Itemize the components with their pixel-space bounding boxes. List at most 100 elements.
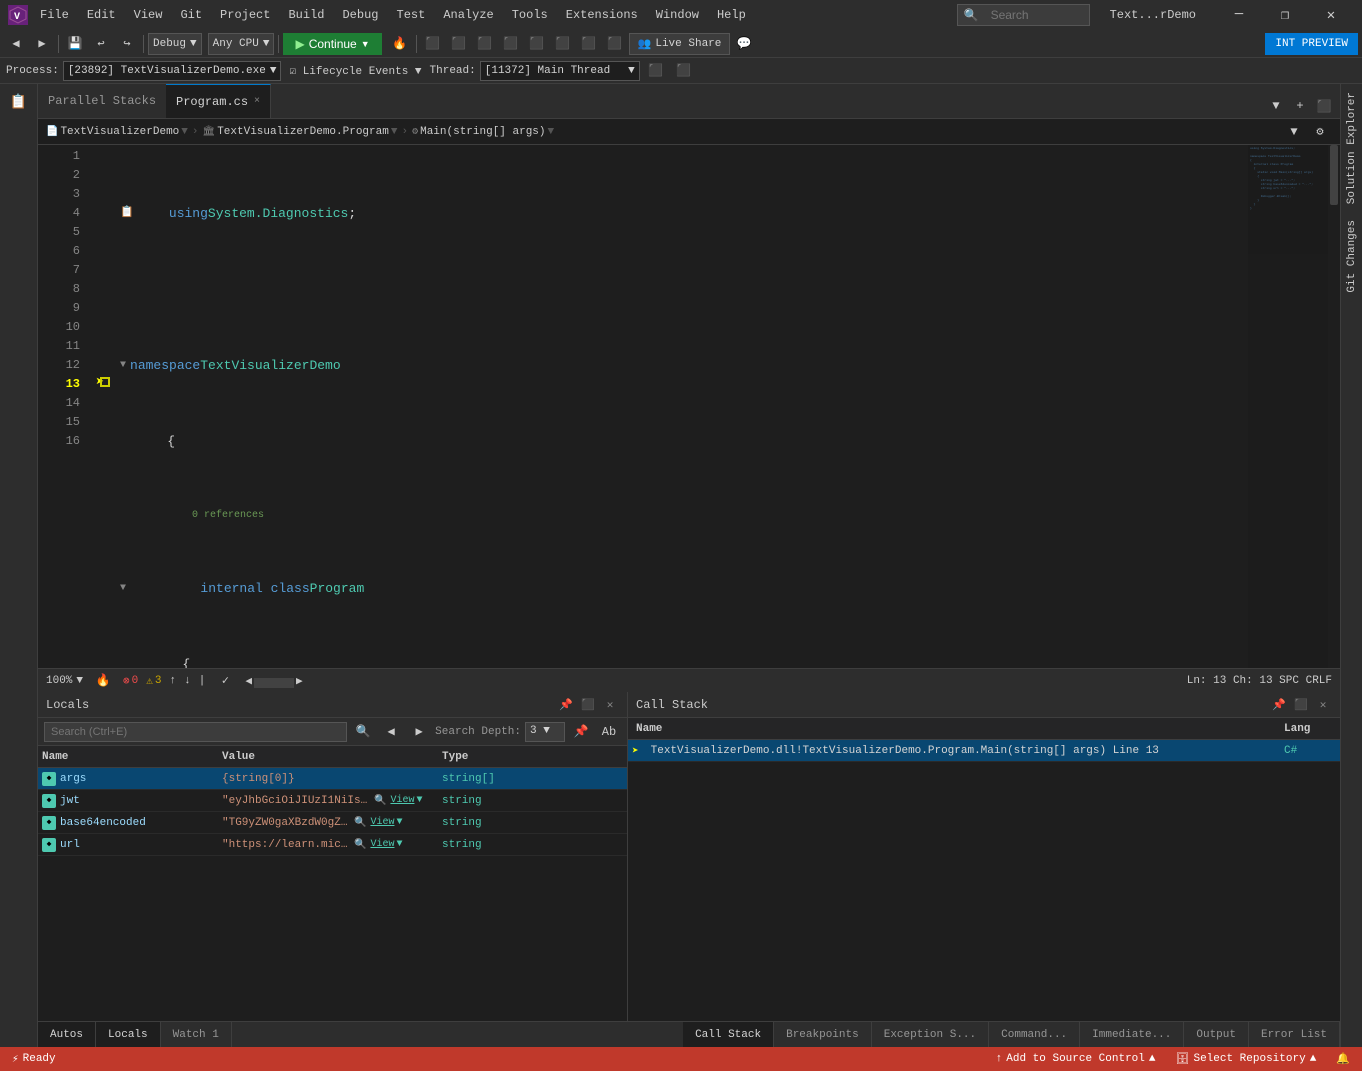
forward-button[interactable]: ▶ bbox=[30, 32, 54, 56]
breadcrumb-method-dropdown[interactable]: ⚙ Main(string[] args) ▼ bbox=[412, 126, 554, 138]
solution-explorer-label[interactable]: Solution Explorer bbox=[1344, 84, 1360, 212]
locals-search-input[interactable] bbox=[44, 722, 347, 742]
step-over-button[interactable]: ⬛ bbox=[421, 32, 445, 56]
table-row[interactable]: ◆ args {string[0]} string[] bbox=[38, 768, 627, 790]
tab-program-cs[interactable]: Program.cs × bbox=[166, 84, 271, 118]
tab-immediate[interactable]: Immediate... bbox=[1080, 1022, 1184, 1048]
locals-nav-prev[interactable]: ◀ bbox=[379, 720, 403, 744]
redo-button[interactable]: ↪ bbox=[115, 32, 139, 56]
table-row[interactable]: ◆ base64encoded "TG9yZW0gaXBzdW0gZG9sb3I… bbox=[38, 812, 627, 834]
menu-extensions[interactable]: Extensions bbox=[558, 4, 646, 26]
int-preview-button[interactable]: INT PREVIEW bbox=[1265, 33, 1358, 55]
debug-option-1[interactable]: ⬛ bbox=[551, 32, 575, 56]
thread-option-2[interactable]: ⬛ bbox=[672, 59, 696, 83]
zoom-control[interactable]: 100% ▼ bbox=[46, 675, 83, 687]
thread-options-button[interactable]: ⬛ bbox=[644, 59, 668, 83]
view-link-base64[interactable]: View bbox=[370, 817, 394, 828]
check-mark-button[interactable]: ✓ bbox=[213, 669, 237, 693]
tab-error-list[interactable]: Error List bbox=[1249, 1022, 1340, 1048]
restart-button[interactable]: ⬛ bbox=[499, 32, 523, 56]
locals-nav-next[interactable]: ▶ bbox=[407, 720, 431, 744]
breadcrumb-class-dropdown[interactable]: 🏛 TextVisualizerDemo.Program ▼ bbox=[203, 126, 398, 138]
menu-debug[interactable]: Debug bbox=[334, 4, 386, 26]
process-dropdown[interactable]: [23892] TextVisualizerDemo.exe ▼ bbox=[63, 61, 282, 81]
menu-edit[interactable]: Edit bbox=[79, 4, 124, 26]
stop-button[interactable]: ⬛ bbox=[525, 32, 549, 56]
menu-tools[interactable]: Tools bbox=[504, 4, 556, 26]
nav-down-button[interactable]: ↓ bbox=[184, 675, 191, 687]
continue-button[interactable]: ▶ Continue ▼ bbox=[283, 33, 381, 55]
save-button[interactable]: 💾 bbox=[63, 32, 87, 56]
menu-project[interactable]: Project bbox=[212, 4, 278, 26]
close-button[interactable]: ✕ bbox=[1308, 0, 1354, 30]
tab-parallel-stacks[interactable]: Parallel Stacks bbox=[38, 84, 166, 118]
tab-autos[interactable]: Autos bbox=[38, 1022, 96, 1048]
menu-git[interactable]: Git bbox=[172, 4, 210, 26]
fire-button[interactable]: 🔥 bbox=[388, 32, 412, 56]
cpu-mode-dropdown[interactable]: Any CPU ▼ bbox=[208, 33, 275, 55]
new-editor-button[interactable]: + bbox=[1288, 94, 1312, 118]
back-button[interactable]: ◀ bbox=[4, 32, 28, 56]
menu-window[interactable]: Window bbox=[648, 4, 707, 26]
tab-breakpoints[interactable]: Breakpoints bbox=[774, 1022, 872, 1048]
fire-status-icon[interactable]: 🔥 bbox=[91, 669, 115, 693]
global-search-input[interactable] bbox=[983, 4, 1083, 26]
call-stack-pin-button[interactable]: 📌 bbox=[1270, 696, 1288, 714]
error-indicator[interactable]: ⊗ 0 bbox=[123, 674, 138, 688]
view-dropdown-jwt[interactable]: ▼ bbox=[416, 795, 422, 806]
debug-mode-dropdown[interactable]: Debug ▼ bbox=[148, 33, 202, 55]
code-scrollbar-thumb[interactable] bbox=[1330, 145, 1338, 205]
select-repository-button[interactable]: 🗄 Select Repository ▲ bbox=[1172, 1052, 1321, 1066]
tab-close-button[interactable]: × bbox=[254, 96, 260, 107]
tab-exception-settings[interactable]: Exception S... bbox=[872, 1022, 989, 1048]
locals-close-button[interactable]: ✕ bbox=[601, 696, 619, 714]
menu-file[interactable]: File bbox=[32, 4, 77, 26]
menu-help[interactable]: Help bbox=[709, 4, 754, 26]
settings-icon[interactable]: ⚙ bbox=[1308, 120, 1332, 144]
view-link-url[interactable]: View bbox=[370, 839, 394, 850]
locals-search-icon[interactable]: 🔍 bbox=[351, 720, 375, 744]
tab-call-stack[interactable]: Call Stack bbox=[683, 1022, 774, 1048]
debug-option-3[interactable]: ⬛ bbox=[603, 32, 627, 56]
minimize-button[interactable]: ─ bbox=[1216, 0, 1262, 30]
locals-regex-button[interactable]: Ab bbox=[597, 720, 621, 744]
notification-bell[interactable]: 🔔 bbox=[1332, 1052, 1354, 1066]
solution-explorer-button[interactable]: ⬛ bbox=[1312, 94, 1336, 118]
code-content[interactable]: 📋 using System.Diagnostics; ▼ namespace … bbox=[112, 145, 1248, 668]
call-stack-row[interactable]: ➤ TextVisualizerDemo.dll!TextVisualizerD… bbox=[628, 740, 1340, 762]
lifecycle-events-btn[interactable]: ☑ Lifecycle Events ▼ bbox=[285, 64, 425, 78]
table-row[interactable]: ◆ url "https://learn.microsoft.com/... 🔍… bbox=[38, 834, 627, 856]
tab-command[interactable]: Command... bbox=[989, 1022, 1080, 1048]
depth-value-dropdown[interactable]: 3 ▼ bbox=[525, 722, 565, 742]
tab-output[interactable]: Output bbox=[1184, 1022, 1249, 1048]
expand-button[interactable]: ▼ bbox=[1282, 120, 1306, 144]
locals-expand-button[interactable]: ⬛ bbox=[579, 696, 597, 714]
code-scrollbar[interactable] bbox=[1328, 145, 1340, 668]
view-link-jwt[interactable]: View bbox=[390, 795, 414, 806]
view-dropdown-url[interactable]: ▼ bbox=[396, 839, 402, 850]
feedback-button[interactable]: 💬 bbox=[732, 32, 756, 56]
tab-locals[interactable]: Locals bbox=[96, 1022, 161, 1048]
step-out-button[interactable]: ⬛ bbox=[473, 32, 497, 56]
git-changes-label[interactable]: Git Changes bbox=[1344, 212, 1360, 301]
debug-option-2[interactable]: ⬛ bbox=[577, 32, 601, 56]
table-row[interactable]: ◆ jwt "eyJhbGciOiJIUzI1NiIsInR5cCl... 🔍 … bbox=[38, 790, 627, 812]
locals-pin-button[interactable]: 📌 bbox=[557, 696, 575, 714]
undo-button[interactable]: ↩ bbox=[89, 32, 113, 56]
menu-test[interactable]: Test bbox=[389, 4, 434, 26]
call-stack-expand-button[interactable]: ⬛ bbox=[1292, 696, 1310, 714]
call-stack-close-button[interactable]: ✕ bbox=[1314, 696, 1332, 714]
tab-watch-1[interactable]: Watch 1 bbox=[161, 1022, 232, 1048]
nav-up-button[interactable]: ↑ bbox=[169, 675, 176, 687]
menu-view[interactable]: View bbox=[126, 4, 171, 26]
maximize-button[interactable]: ❐ bbox=[1262, 0, 1308, 30]
warning-indicator[interactable]: ⚠ 3 bbox=[146, 674, 161, 688]
breadcrumb-namespace-dropdown[interactable]: TextVisualizerDemo ▼ bbox=[60, 126, 187, 138]
sidebar-icon-1[interactable]: 📋 bbox=[5, 88, 33, 116]
locals-pin2-button[interactable]: 📌 bbox=[569, 720, 593, 744]
tab-list-button[interactable]: ▼ bbox=[1264, 94, 1288, 118]
add-to-source-control-button[interactable]: ↑ Add to Source Control ▲ bbox=[992, 1053, 1160, 1065]
menu-build[interactable]: Build bbox=[280, 4, 332, 26]
live-share-button[interactable]: 👥 Live Share bbox=[629, 33, 731, 55]
menu-analyze[interactable]: Analyze bbox=[435, 4, 501, 26]
